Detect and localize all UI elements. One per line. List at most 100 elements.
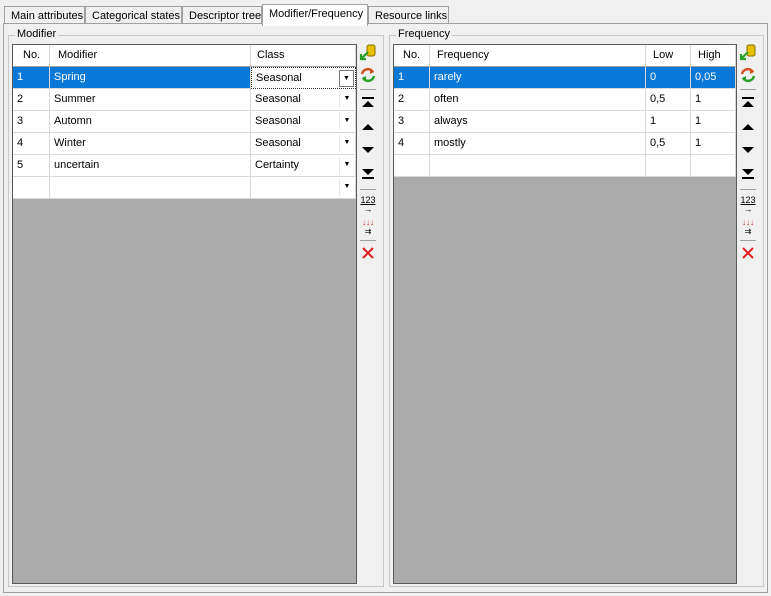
cell-low[interactable]: 0,5 bbox=[646, 133, 691, 155]
cell-modifier[interactable]: Summer bbox=[50, 89, 251, 111]
col-header-modifier[interactable]: Modifier bbox=[50, 45, 251, 67]
cell-no[interactable]: 5 bbox=[13, 155, 50, 177]
sort-icon[interactable]: ↓↓↓ ⇉ bbox=[358, 218, 378, 238]
refresh-icon[interactable] bbox=[358, 66, 378, 86]
cell-no[interactable]: 2 bbox=[394, 89, 430, 111]
add-icon[interactable] bbox=[358, 44, 378, 64]
modifier-group-title: Modifier bbox=[15, 28, 59, 40]
renumber-icon[interactable]: 123 → bbox=[738, 194, 758, 214]
col-header-no[interactable]: No. bbox=[13, 45, 50, 67]
renumber-icon[interactable]: 123 → bbox=[358, 194, 378, 214]
cell-no[interactable]: 1 bbox=[13, 67, 50, 89]
move-up-icon[interactable] bbox=[358, 120, 378, 140]
toolbar-separator bbox=[740, 240, 756, 241]
chevron-down-icon[interactable]: ▼ bbox=[339, 135, 354, 152]
cell-class-value: Seasonal bbox=[256, 72, 302, 84]
new-row[interactable]: ▼ bbox=[13, 177, 356, 199]
delete-icon[interactable] bbox=[738, 246, 758, 266]
frequency-group-title: Frequency bbox=[396, 28, 452, 40]
table-row[interactable]: 2 Summer Seasonal ▼ bbox=[13, 89, 356, 111]
tab-resource-links[interactable]: Resource links bbox=[368, 6, 449, 24]
cell-no[interactable] bbox=[13, 177, 50, 199]
cell-low[interactable] bbox=[646, 155, 691, 177]
cell-modifier[interactable]: Spring bbox=[50, 67, 251, 89]
toolbar-separator bbox=[740, 89, 756, 90]
tab-categorical-states[interactable]: Categorical states bbox=[85, 6, 182, 24]
chevron-down-icon[interactable]: ▼ bbox=[339, 157, 354, 174]
cell-high[interactable]: 0,05 bbox=[691, 67, 736, 89]
cell-no[interactable]: 4 bbox=[394, 133, 430, 155]
col-header-frequency[interactable]: Frequency bbox=[430, 45, 646, 67]
table-row[interactable]: 3 always 1 1 bbox=[394, 111, 736, 133]
new-row[interactable] bbox=[394, 155, 736, 177]
chevron-down-icon[interactable]: ▼ bbox=[339, 70, 354, 87]
cell-modifier[interactable] bbox=[50, 177, 251, 199]
cell-no[interactable]: 3 bbox=[13, 111, 50, 133]
cell-modifier[interactable]: Winter bbox=[50, 133, 251, 155]
cell-low[interactable]: 0,5 bbox=[646, 89, 691, 111]
modifier-grid[interactable]: No. Modifier Class 1 Spring Seasonal ▼ 2… bbox=[12, 44, 357, 584]
move-top-icon[interactable] bbox=[738, 96, 758, 116]
cell-no[interactable]: 2 bbox=[13, 89, 50, 111]
toolbar-separator bbox=[740, 189, 756, 190]
col-header-high[interactable]: High bbox=[691, 45, 736, 67]
cell-high[interactable]: 1 bbox=[691, 89, 736, 111]
cell-frequency[interactable]: rarely bbox=[430, 67, 646, 89]
cell-class-combo[interactable]: Certainty ▼ bbox=[251, 155, 356, 177]
cell-frequency[interactable]: always bbox=[430, 111, 646, 133]
move-down-icon[interactable] bbox=[358, 143, 378, 163]
frequency-grid[interactable]: No. Frequency Low High 1 rarely 0 0,05 2… bbox=[393, 44, 737, 584]
cell-frequency[interactable]: often bbox=[430, 89, 646, 111]
col-header-no[interactable]: No. bbox=[394, 45, 430, 67]
cell-low[interactable]: 1 bbox=[646, 111, 691, 133]
cell-class-combo[interactable]: ▼ bbox=[251, 177, 356, 199]
tab-main-attributes[interactable]: Main attributes bbox=[4, 6, 85, 24]
move-top-icon[interactable] bbox=[358, 96, 378, 116]
cell-high[interactable]: 1 bbox=[691, 133, 736, 155]
tab-modifier-frequency[interactable]: Modifier/Frequency bbox=[262, 4, 368, 26]
cell-frequency[interactable] bbox=[430, 155, 646, 177]
cell-modifier[interactable]: uncertain bbox=[50, 155, 251, 177]
cell-high[interactable] bbox=[691, 155, 736, 177]
toolbar-separator bbox=[360, 189, 376, 190]
cell-no[interactable]: 1 bbox=[394, 67, 430, 89]
move-up-icon[interactable] bbox=[738, 120, 758, 140]
delete-icon[interactable] bbox=[358, 246, 378, 266]
tab-descriptor-tree[interactable]: Descriptor tree bbox=[182, 6, 262, 24]
cell-class-combo[interactable]: Seasonal ▼ bbox=[251, 89, 356, 111]
cell-no[interactable]: 3 bbox=[394, 111, 430, 133]
cell-class-value: Seasonal bbox=[255, 93, 301, 105]
move-bottom-icon[interactable] bbox=[358, 166, 378, 186]
table-row[interactable]: 4 mostly 0,5 1 bbox=[394, 133, 736, 155]
modifier-header-row: No. Modifier Class bbox=[13, 45, 356, 67]
cell-class-combo[interactable]: Seasonal ▼ bbox=[251, 67, 356, 89]
cell-frequency[interactable]: mostly bbox=[430, 133, 646, 155]
move-bottom-icon[interactable] bbox=[738, 166, 758, 186]
cell-class-value: Seasonal bbox=[255, 115, 301, 127]
table-row[interactable]: 5 uncertain Certainty ▼ bbox=[13, 155, 356, 177]
frequency-toolbar: 123 → ↓↓↓ ⇉ bbox=[738, 44, 758, 274]
cell-high[interactable]: 1 bbox=[691, 111, 736, 133]
table-row[interactable]: 1 rarely 0 0,05 bbox=[394, 67, 736, 89]
sort-icon[interactable]: ↓↓↓ ⇉ bbox=[738, 218, 758, 238]
cell-no[interactable]: 4 bbox=[13, 133, 50, 155]
chevron-down-icon[interactable]: ▼ bbox=[339, 179, 354, 196]
table-row[interactable]: 3 Automn Seasonal ▼ bbox=[13, 111, 356, 133]
toolbar-separator bbox=[360, 89, 376, 90]
modifier-toolbar: 123 → ↓↓↓ ⇉ bbox=[358, 44, 378, 274]
col-header-low[interactable]: Low bbox=[646, 45, 691, 67]
add-icon[interactable] bbox=[738, 44, 758, 64]
cell-low[interactable]: 0 bbox=[646, 67, 691, 89]
chevron-down-icon[interactable]: ▼ bbox=[339, 113, 354, 130]
cell-modifier[interactable]: Automn bbox=[50, 111, 251, 133]
cell-class-combo[interactable]: Seasonal ▼ bbox=[251, 111, 356, 133]
cell-no[interactable] bbox=[394, 155, 430, 177]
cell-class-combo[interactable]: Seasonal ▼ bbox=[251, 133, 356, 155]
refresh-icon[interactable] bbox=[738, 66, 758, 86]
col-header-class[interactable]: Class bbox=[251, 45, 356, 67]
chevron-down-icon[interactable]: ▼ bbox=[339, 91, 354, 108]
move-down-icon[interactable] bbox=[738, 143, 758, 163]
table-row[interactable]: 1 Spring Seasonal ▼ bbox=[13, 67, 356, 89]
table-row[interactable]: 2 often 0,5 1 bbox=[394, 89, 736, 111]
table-row[interactable]: 4 Winter Seasonal ▼ bbox=[13, 133, 356, 155]
